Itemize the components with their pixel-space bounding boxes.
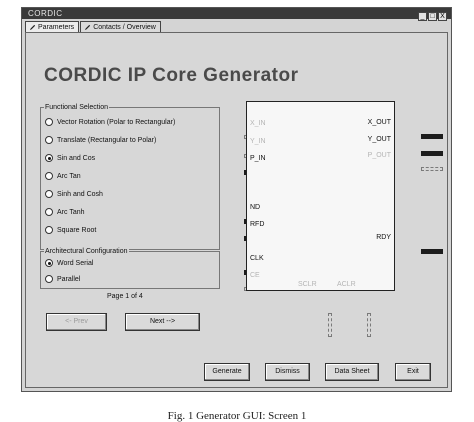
radio-label: Translate (Rectangular to Polar) (57, 136, 157, 144)
radio-label: Sin and Cos (57, 154, 96, 162)
prev-button[interactable]: <- Prev (46, 313, 107, 331)
port-aclr: ACLR (337, 281, 356, 288)
port-p-out: P_OUT (367, 152, 391, 159)
radio-translate[interactable]: Translate (Rectangular to Polar) (45, 136, 156, 144)
port-nd: ND (250, 204, 261, 211)
radio-label: Arc Tanh (57, 208, 85, 216)
architectural-configuration-label: Architectural Configuration (44, 247, 129, 256)
radio-button[interactable] (45, 208, 53, 216)
radio-button[interactable] (45, 275, 53, 283)
minimize-icon[interactable]: _ (418, 12, 427, 21)
title-bar[interactable]: CORDIC _ □ X (22, 8, 451, 21)
radio-label: Arc Tan (57, 172, 81, 180)
radio-label: Vector Rotation (Polar to Rectangular) (57, 118, 176, 126)
sclr-pin (328, 313, 332, 337)
window-title: CORDIC (28, 9, 63, 18)
functional-selection-label: Functional Selection (44, 103, 110, 112)
port-x-in: X_IN (250, 120, 266, 127)
port-rdy: RDY (376, 234, 391, 241)
radio-label: Word Serial (57, 259, 94, 267)
port-x-out: X_OUT (367, 119, 391, 126)
radio-sinh-and-cosh[interactable]: Sinh and Cosh (45, 190, 103, 198)
radio-button-selected[interactable] (45, 259, 53, 267)
radio-button[interactable] (45, 136, 53, 144)
radio-arc-tanh[interactable]: Arc Tanh (45, 208, 85, 216)
port-sclr: SCLR (298, 281, 317, 288)
maximize-icon[interactable]: □ (428, 12, 437, 21)
window-controls: _ □ X (418, 12, 447, 21)
data-sheet-button[interactable]: Data Sheet (325, 363, 379, 381)
p-out-pin (421, 167, 443, 171)
port-rfd: RFD (250, 221, 265, 228)
page-title: CORDIC IP Core Generator (44, 65, 299, 86)
dismiss-button[interactable]: Dismiss (265, 363, 310, 381)
radio-button[interactable] (45, 172, 53, 180)
radio-square-root[interactable]: Square Root (45, 226, 96, 234)
generate-button[interactable]: Generate (204, 363, 250, 381)
exit-button[interactable]: Exit (395, 363, 431, 381)
radio-word-serial[interactable]: Word Serial (45, 259, 93, 267)
radio-vector-rotation[interactable]: Vector Rotation (Polar to Rectangular) (45, 118, 175, 126)
port-y-out: Y_OUT (367, 136, 391, 143)
pencil-icon (29, 24, 36, 31)
radio-parallel[interactable]: Parallel (45, 275, 80, 283)
radio-label: Parallel (57, 275, 81, 283)
radio-button[interactable] (45, 118, 53, 126)
figure-caption: Fig. 1 Generator GUI: Screen 1 (167, 410, 307, 422)
radio-arc-tan[interactable]: Arc Tan (45, 172, 81, 180)
close-icon[interactable]: X (438, 12, 447, 21)
y-out-pin (421, 151, 443, 156)
next-button[interactable]: Next --> (125, 313, 200, 331)
port-ce: CE (250, 272, 260, 279)
aclr-pin (367, 313, 371, 337)
radio-button[interactable] (45, 190, 53, 198)
port-clk: CLK (250, 255, 264, 262)
rdy-pin (421, 249, 443, 254)
port-y-in: Y_IN (250, 138, 266, 145)
x-out-pin (421, 134, 443, 139)
radio-sin-and-cos[interactable]: Sin and Cos (45, 154, 95, 162)
functional-selection-group: Functional Selection Vector Rotation (Po… (40, 103, 220, 250)
radio-label: Sinh and Cosh (57, 190, 103, 198)
pencil-icon (85, 24, 91, 31)
cordic-block-symbol: X_IN Y_IN P_IN ND RFD CLK CE X_OUT Y_OUT… (246, 101, 395, 291)
port-p-in: P_IN (250, 155, 266, 162)
page-indicator: Page 1 of 4 (107, 293, 143, 300)
radio-button[interactable] (45, 226, 53, 234)
radio-button-selected[interactable] (45, 154, 53, 162)
architectural-configuration-group: Architectural Configuration Word Serial … (40, 247, 220, 289)
radio-label: Square Root (57, 226, 97, 234)
